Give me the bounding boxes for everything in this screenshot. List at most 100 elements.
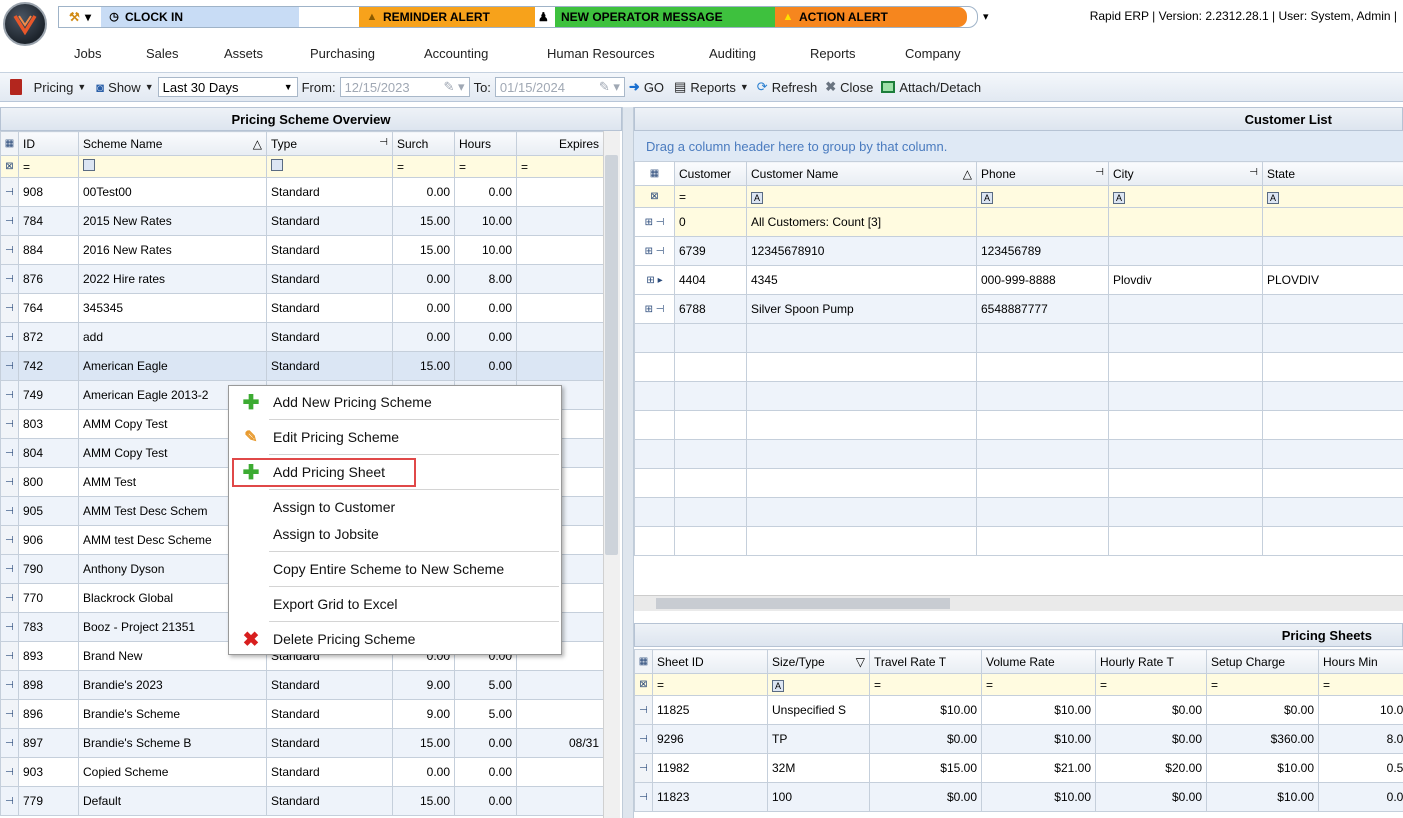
col-header-id[interactable]: ID: [18, 131, 79, 156]
from-date-input[interactable]: 12/15/2023 ✎ ▾: [339, 77, 470, 97]
cell-expires[interactable]: [516, 786, 604, 816]
filter-sheet-id[interactable]: =: [652, 673, 768, 696]
filter-hourly-rate[interactable]: =: [1095, 673, 1207, 696]
table-row[interactable]: ⊞ ⊣ 6739 12345678910 123456789: [634, 236, 1403, 266]
cell-volume-rate[interactable]: $21.00: [981, 753, 1096, 783]
cell-setup-charge[interactable]: $0.00: [1206, 695, 1319, 725]
cell-hourly-rate[interactable]: $20.00: [1095, 753, 1207, 783]
table-row[interactable]: ⊣ 764 345345 Standard 0.00 0.00: [0, 293, 604, 323]
cell-id[interactable]: 908: [18, 177, 79, 207]
row-indicator-icon[interactable]: ⊣: [0, 757, 19, 787]
cell-expires[interactable]: [516, 699, 604, 729]
menu-export-grid-to-excel[interactable]: Export Grid to Excel: [229, 589, 561, 619]
cell-hours[interactable]: 10.00: [454, 235, 517, 265]
cell-state[interactable]: PLOVDIV: [1262, 265, 1403, 295]
col-header-expires[interactable]: Expires: [516, 131, 604, 156]
cell-customer[interactable]: 6739: [674, 236, 747, 266]
table-row[interactable]: ⊣ 908 00Test00 Standard 0.00 0.00: [0, 177, 604, 207]
menu-reports[interactable]: Reports: [810, 46, 856, 61]
row-indicator-icon[interactable]: ⊣: [0, 235, 19, 265]
menu-edit-pricing-scheme[interactable]: ✎ Edit Pricing Scheme: [229, 422, 561, 452]
cell-volume-rate[interactable]: $10.00: [981, 782, 1096, 812]
cell-type[interactable]: Standard: [266, 264, 393, 294]
filter-customer[interactable]: =: [674, 185, 747, 208]
col-header-size-type[interactable]: Size/Type ▽: [767, 649, 870, 674]
row-indicator-icon[interactable]: ⊣: [0, 583, 19, 613]
menu-company[interactable]: Company: [905, 46, 961, 61]
cell-id[interactable]: 803: [18, 409, 79, 439]
date-range-select[interactable]: Last 30 Days ▼: [157, 77, 298, 97]
row-indicator-icon[interactable]: ⊣: [0, 467, 19, 497]
menu-human-resources[interactable]: Human Resources: [547, 46, 655, 61]
cell-size-type[interactable]: TP: [767, 724, 870, 754]
cell-phone[interactable]: 123456789: [976, 236, 1109, 266]
table-row[interactable]: ⊣ 898 Brandie's 2023 Standard 9.00 5.00: [0, 670, 604, 700]
cell-customer-name[interactable]: 4345: [746, 265, 977, 295]
cell-hours[interactable]: 0.00: [454, 786, 517, 816]
cell-expires[interactable]: [516, 206, 604, 236]
cell-surch[interactable]: 15.00: [392, 786, 455, 816]
row-indicator-icon[interactable]: ⊣: [0, 525, 19, 555]
filter-travel-rate[interactable]: =: [869, 673, 982, 696]
cell-surch[interactable]: 9.00: [392, 699, 455, 729]
cell-city[interactable]: [1108, 207, 1263, 237]
col-header-state[interactable]: State: [1262, 161, 1403, 186]
cell-scheme-name[interactable]: add: [78, 322, 267, 352]
row-indicator-icon[interactable]: ⊣: [0, 728, 19, 758]
cell-id[interactable]: 893: [18, 641, 79, 671]
cell-id[interactable]: 897: [18, 728, 79, 758]
cell-id[interactable]: 903: [18, 757, 79, 787]
cell-id[interactable]: 896: [18, 699, 79, 729]
table-row[interactable]: ⊣ 897 Brandie's Scheme B Standard 15.00 0.00 0…: [0, 728, 604, 758]
filter-type[interactable]: [266, 155, 393, 178]
filter-clear-icon[interactable]: ⊠: [634, 185, 675, 208]
cell-size-type[interactable]: 32M: [767, 753, 870, 783]
cell-type[interactable]: Standard: [266, 322, 393, 352]
cell-id[interactable]: 779: [18, 786, 79, 816]
cell-type[interactable]: Standard: [266, 351, 393, 381]
cell-hours-min[interactable]: 0.00: [1318, 782, 1403, 812]
cell-sheet-id[interactable]: 11982: [652, 753, 768, 783]
col-header-customer[interactable]: Customer: [674, 161, 747, 186]
cell-hours[interactable]: 0.00: [454, 757, 517, 787]
cell-city[interactable]: [1108, 294, 1263, 324]
cell-id[interactable]: 790: [18, 554, 79, 584]
cell-type[interactable]: Standard: [266, 670, 393, 700]
cell-id[interactable]: 898: [18, 670, 79, 700]
cell-expires[interactable]: [516, 670, 604, 700]
row-indicator-icon[interactable]: ⊣: [0, 786, 19, 816]
cell-id[interactable]: 742: [18, 351, 79, 381]
cell-hours[interactable]: 0.00: [454, 351, 517, 381]
cell-customer-name[interactable]: 12345678910: [746, 236, 977, 266]
filter-clear-icon[interactable]: ⊠: [634, 673, 653, 696]
cell-expires[interactable]: [516, 757, 604, 787]
menu-sales[interactable]: Sales: [146, 46, 179, 61]
cell-expires[interactable]: [516, 264, 604, 294]
cell-hours-min[interactable]: 0.50: [1318, 753, 1403, 783]
table-row[interactable]: ⊣11823100$0.00$10.00$0.00$10.000.00: [634, 782, 1403, 812]
cell-id[interactable]: 905: [18, 496, 79, 526]
row-indicator-icon[interactable]: ⊣: [0, 206, 19, 236]
cell-surch[interactable]: 15.00: [392, 235, 455, 265]
filter-surch[interactable]: =: [392, 155, 455, 178]
cell-surch[interactable]: 15.00: [392, 728, 455, 758]
cell-id[interactable]: 906: [18, 525, 79, 555]
menu-delete-pricing-scheme[interactable]: ✖ Delete Pricing Scheme: [229, 624, 561, 654]
cell-hourly-rate[interactable]: $0.00: [1095, 695, 1207, 725]
filter-hours[interactable]: =: [454, 155, 517, 178]
table-row[interactable]: ⊣9296TP$0.00$10.00$0.00$360.008.00: [634, 724, 1403, 754]
cell-expires[interactable]: [516, 351, 604, 381]
cell-expires[interactable]: [516, 322, 604, 352]
cell-sheet-id[interactable]: 11823: [652, 782, 768, 812]
cell-scheme-name[interactable]: 2016 New Rates: [78, 235, 267, 265]
expand-row-icon[interactable]: ⊞ ⊣: [634, 294, 675, 324]
col-header-city[interactable]: City ⊣: [1108, 161, 1263, 186]
cell-surch[interactable]: 0.00: [392, 264, 455, 294]
expand-row-icon[interactable]: ⊞ ⊣: [634, 207, 675, 237]
col-header-surch[interactable]: Surch: [392, 131, 455, 156]
col-header-hours[interactable]: Hours: [454, 131, 517, 156]
cell-travel-rate[interactable]: $0.00: [869, 782, 982, 812]
filter-expires[interactable]: =: [516, 155, 604, 178]
menu-copy-entire-scheme[interactable]: Copy Entire Scheme to New Scheme: [229, 554, 561, 584]
cell-scheme-name[interactable]: Copied Scheme: [78, 757, 267, 787]
